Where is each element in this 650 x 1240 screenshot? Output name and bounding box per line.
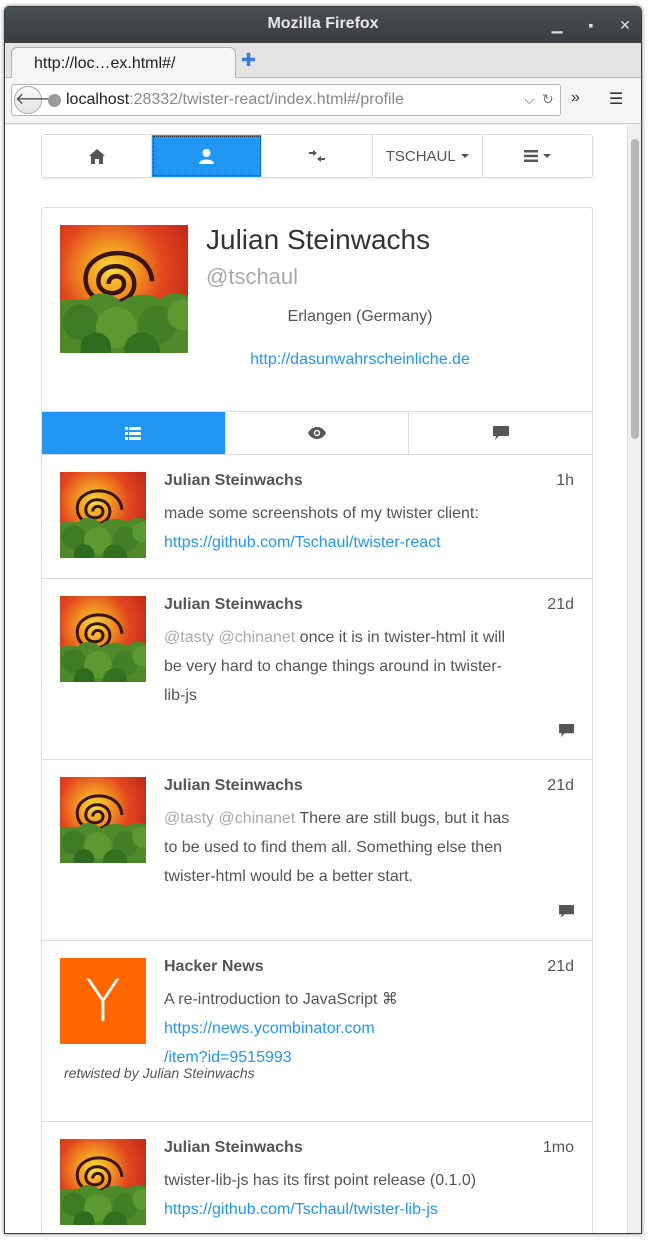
post-text: made some screenshots of my twister clie… (164, 505, 479, 522)
post-time: 1h (556, 472, 574, 489)
app-navbar: TSCHAUL (41, 134, 593, 178)
url-text[interactable]: localhost:28332/twister-react/index.html… (66, 91, 404, 109)
browser-window: Mozilla Firefox ▁ ▪ ✕ http://loc…ex.html… (4, 6, 642, 1234)
page-content: TSCHAUL Julian Steinwachs @tschaul Erlan… (5, 125, 627, 1234)
close-icon[interactable]: ✕ (613, 13, 637, 37)
post-text: A re-introduction to JavaScript ⌘ (164, 991, 398, 1008)
post-item: Julian Steinwachs 1h made some screensho… (42, 455, 592, 579)
post-link[interactable]: https://github.com/Tschaul/twister-react (164, 534, 441, 551)
post-time: 1mo (542, 1139, 574, 1156)
user-icon (199, 148, 215, 164)
user-dropdown[interactable]: TSCHAUL (373, 135, 483, 177)
post-text: twister-lib-js has its first point relea… (164, 1172, 477, 1189)
url-path: :28332/twister-react/index.html#/profile (129, 91, 404, 108)
profile-location: Erlangen (Germany) (287, 308, 433, 325)
post-author[interactable]: Hacker News (164, 958, 264, 976)
profile-handle: @tschaul (206, 264, 299, 289)
tab-mentions[interactable] (409, 412, 592, 454)
post-author[interactable]: Julian Steinwachs (164, 1139, 303, 1157)
profile-website-link[interactable]: http://dasunwahrscheinliche.de (206, 351, 514, 369)
hamburger-menu-icon[interactable]: ☰ (609, 89, 623, 109)
reply-icon[interactable] (559, 724, 574, 737)
post-text: There are still bugs, but it has to be u… (164, 810, 510, 885)
retwisted-by-label: retwisted by Julian Steinwachs (64, 1065, 255, 1081)
post-time: 21d (547, 777, 574, 794)
back-arrow-icon[interactable]: 🡐 (14, 86, 58, 114)
profile-tabs (42, 411, 592, 455)
mention-link[interactable]: @tasty (164, 810, 214, 827)
url-dropdown-icon[interactable]: ⌵ (524, 91, 535, 108)
caret-down-icon (542, 154, 551, 158)
user-dropdown-label: TSCHAUL (385, 147, 456, 165)
overflow-chevron-icon[interactable]: » (571, 89, 580, 107)
vertical-scrollbar[interactable] (627, 125, 641, 1233)
post-body: twister-lib-js has its first point relea… (164, 1166, 516, 1224)
post-author[interactable]: Julian Steinwachs (164, 777, 303, 795)
tab-posts[interactable] (42, 412, 226, 454)
minimize-icon[interactable]: ▁ (545, 13, 569, 37)
scrollbar-thumb[interactable] (631, 139, 639, 439)
nav-home[interactable] (42, 135, 153, 177)
eye-icon (308, 427, 326, 439)
globe-icon (48, 94, 61, 107)
navigation-toolbar: 🡐 localhost:28332/twister-react/index.ht… (5, 78, 641, 124)
tab-strip: http://loc…ex.html#/ ✚ (5, 43, 641, 79)
reload-icon[interactable]: ↻ (542, 91, 554, 108)
caret-down-icon (460, 154, 469, 158)
tab-title: http://loc…ex.html#/ (34, 55, 176, 72)
post-time: 21d (547, 958, 574, 975)
mention-link[interactable]: @chinanet (218, 629, 295, 646)
main-menu-dropdown[interactable] (483, 135, 592, 177)
post-avatar (60, 1139, 146, 1225)
profile-avatar (60, 225, 188, 353)
profile-name: Julian Steinwachs (206, 224, 431, 255)
post-link[interactable]: https://github.com/Tschaul/twister-lib-j… (164, 1201, 438, 1218)
list-menu-icon (523, 150, 538, 162)
post-author[interactable]: Julian Steinwachs (164, 596, 303, 614)
mention-link[interactable]: @tasty (164, 629, 214, 646)
post-item: Y Hacker News 21d A re-introduction to J… (42, 941, 592, 1122)
url-bar[interactable]: 🡐 localhost:28332/twister-react/index.ht… (11, 84, 561, 116)
post-body: @tasty @chinanet once it is in twister-h… (164, 623, 516, 710)
post-text: once it is in twister-html it will be ve… (164, 629, 506, 704)
nav-transfer[interactable] (262, 135, 373, 177)
post-body: A re-introduction to JavaScript ⌘ https:/… (164, 985, 516, 1072)
post-body: @tasty @chinanet There are still bugs, b… (164, 804, 516, 891)
post-link[interactable]: https://news.ycombinator.com (164, 1020, 375, 1037)
post-body: made some screenshots of my twister clie… (164, 499, 516, 557)
post-item: Julian Steinwachs 1mo twister-lib-js has… (42, 1122, 592, 1234)
mention-link[interactable]: @chinanet (218, 810, 295, 827)
list-icon (125, 426, 142, 440)
profile-card: Julian Steinwachs @tschaul Erlangen (Ger… (41, 207, 593, 1234)
post-avatar (60, 596, 146, 682)
home-icon (88, 148, 105, 164)
post-time: 21d (547, 596, 574, 613)
url-host: localhost (66, 91, 130, 108)
post-item: Julian Steinwachs 21d @tasty @chinanet T… (42, 760, 592, 941)
tab-following[interactable] (226, 412, 410, 454)
maximize-icon[interactable]: ▪ (579, 13, 603, 37)
nav-profile[interactable] (152, 135, 263, 177)
comment-icon (492, 426, 509, 440)
post-author[interactable]: Julian Steinwachs (164, 472, 303, 490)
reply-icon[interactable] (559, 905, 574, 918)
post-avatar (60, 777, 146, 863)
post-item: Julian Steinwachs 21d @tasty @chinanet o… (42, 579, 592, 760)
post-avatar (60, 472, 146, 558)
transfer-icon (309, 150, 325, 162)
post-link-continued[interactable]: /item?id=9515993 (164, 1049, 292, 1066)
new-tab-icon[interactable]: ✚ (241, 50, 256, 71)
browser-tab[interactable]: http://loc…ex.html#/ (11, 47, 236, 79)
title-bar: Mozilla Firefox ▁ ▪ ✕ (5, 7, 641, 43)
hacker-news-avatar: Y (60, 958, 146, 1044)
